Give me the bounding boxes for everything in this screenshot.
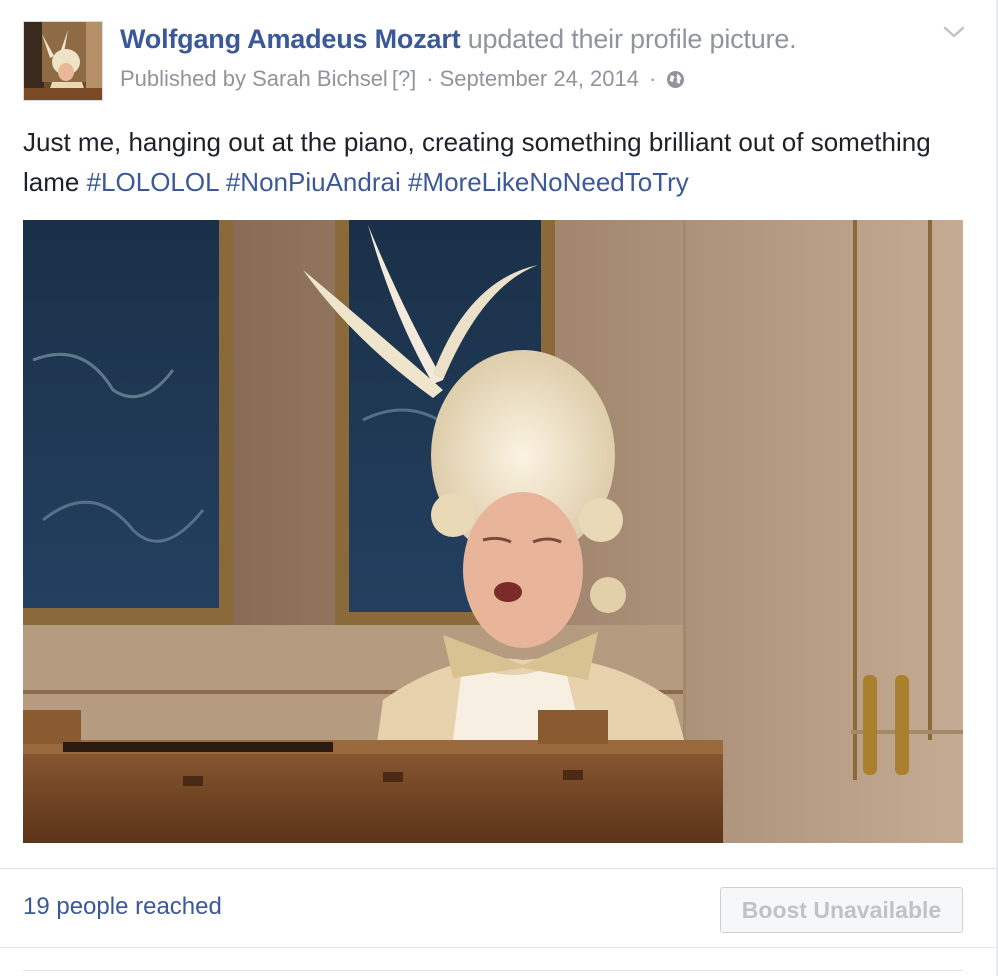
globe-icon[interactable]	[666, 70, 685, 89]
boost-unavailable-button[interactable]: Boost Unavailable	[720, 887, 963, 933]
people-reached-link[interactable]: 19 people reached	[23, 893, 222, 921]
post-date-link[interactable]: September 24, 2014	[440, 66, 639, 92]
hashtag-link[interactable]: #LOLOLOL	[87, 167, 219, 197]
post-card: Wolfgang Amadeus Mozart updated their pr…	[0, 0, 998, 976]
profile-picture-thumbnail[interactable]	[23, 21, 103, 101]
published-by-text: Published by Sarah Bichsel	[120, 66, 388, 91]
post-message: Just me, hanging out at the piano, creat…	[23, 122, 973, 202]
hashtag-link[interactable]: #NonPiuAndrai	[226, 167, 401, 197]
chevron-down-icon[interactable]	[940, 22, 968, 42]
footer-divider	[0, 868, 998, 869]
help-marker-link[interactable]: [?]	[392, 66, 416, 92]
author-name-link[interactable]: Wolfgang Amadeus Mozart	[120, 24, 461, 54]
footer-bottom-divider	[0, 947, 998, 948]
hashtag-link[interactable]: #MoreLikeNoNeedToTry	[408, 167, 689, 197]
post-title-line: Wolfgang Amadeus Mozart updated their pr…	[120, 24, 797, 55]
post-photo[interactable]	[23, 220, 963, 843]
post-action-text: updated their profile picture.	[467, 24, 797, 54]
meta-separator: ·	[426, 66, 434, 91]
post-meta: Published by Sarah Bichsel [?] · Septemb…	[120, 66, 685, 92]
meta-separator: ·	[649, 66, 657, 91]
actions-divider	[23, 970, 963, 971]
